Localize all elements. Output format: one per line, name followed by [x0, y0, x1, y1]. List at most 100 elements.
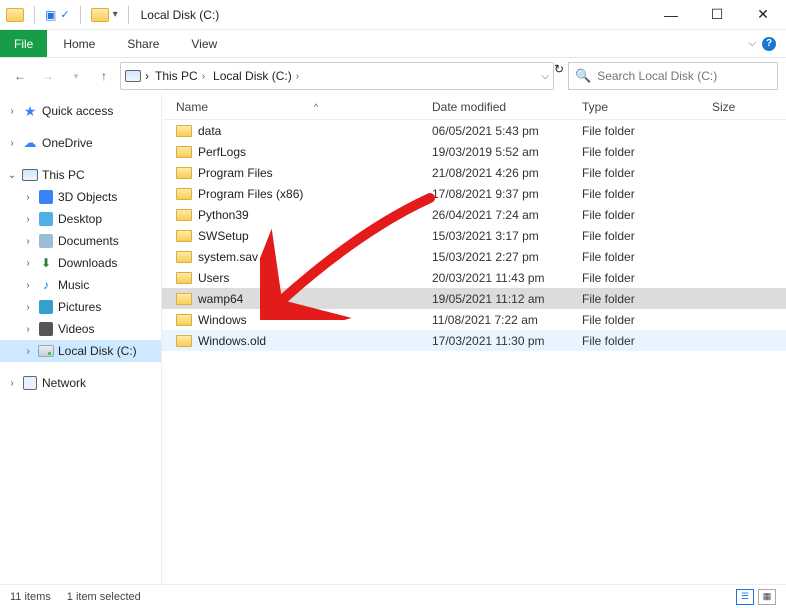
- address-bar[interactable]: › This PC › Local Disk (C:) › ⌵: [120, 62, 554, 90]
- qat-checkmark-icon[interactable]: ✓: [60, 8, 69, 21]
- file-tab[interactable]: File: [0, 30, 47, 57]
- back-button[interactable]: ←: [8, 64, 32, 88]
- file-row[interactable]: Program Files (x86) 17/08/2021 9:37 pmFil…: [162, 183, 786, 204]
- sidebar-quick-access[interactable]: › ★ Quick access: [0, 100, 161, 122]
- chevron-right-icon[interactable]: ›: [22, 324, 34, 335]
- file-row[interactable]: system.sav15/03/2021 2:27 pmFile folder: [162, 246, 786, 267]
- column-header-type[interactable]: Type: [572, 100, 702, 114]
- navigation-pane[interactable]: › ★ Quick access › ☁ OneDrive ⌄ This PC …: [0, 94, 162, 584]
- sidebar-onedrive[interactable]: › ☁ OneDrive: [0, 132, 161, 154]
- file-row[interactable]: Python3926/04/2021 7:24 amFile folder: [162, 204, 786, 225]
- thumbnails-view-button[interactable]: ▦: [758, 589, 776, 605]
- sidebar-pictures[interactable]: › Pictures: [0, 296, 161, 318]
- file-rows[interactable]: data06/05/2021 5:43 pmFile folderPerfLog…: [162, 120, 786, 584]
- qat-dropdown-icon[interactable]: ▾: [113, 9, 118, 20]
- file-date: 19/05/2021 11:12 am: [422, 292, 572, 306]
- objects3d-icon: [39, 190, 53, 204]
- file-name: Program Files (x86): [198, 187, 303, 201]
- chevron-right-icon[interactable]: ›: [202, 71, 205, 82]
- sidebar-desktop[interactable]: › Desktop: [0, 208, 161, 230]
- chevron-right-icon[interactable]: ›: [296, 71, 299, 82]
- file-date: 17/03/2021 11:30 pm: [422, 334, 572, 348]
- file-name: data: [198, 124, 221, 138]
- chevron-right-icon[interactable]: ›: [22, 214, 34, 225]
- breadcrumb-local-disk[interactable]: Local Disk (C:) ›: [211, 69, 301, 83]
- file-row[interactable]: Program Files21/08/2021 4:26 pmFile fold…: [162, 162, 786, 183]
- chevron-right-icon[interactable]: ›: [22, 280, 34, 291]
- status-item-count: 11 items: [10, 591, 51, 603]
- minimize-button[interactable]: —: [648, 0, 694, 30]
- column-label: Name: [176, 100, 208, 114]
- search-box[interactable]: 🔍: [568, 62, 778, 90]
- file-name: Windows: [198, 313, 247, 327]
- chevron-down-icon[interactable]: ⌄: [6, 170, 18, 181]
- column-header-date[interactable]: Date modified: [422, 100, 572, 114]
- sidebar-downloads[interactable]: › ⬇ Downloads: [0, 252, 161, 274]
- pictures-icon: [39, 300, 53, 314]
- status-selection: 1 item selected: [67, 591, 141, 603]
- file-type: File folder: [572, 313, 702, 327]
- file-row[interactable]: Windows11/08/2021 7:22 amFile folder: [162, 309, 786, 330]
- folder-icon: [176, 125, 192, 137]
- forward-button[interactable]: →: [36, 64, 60, 88]
- chevron-right-icon[interactable]: ›: [6, 106, 18, 117]
- sidebar-item-label: Desktop: [58, 212, 102, 226]
- chevron-right-icon[interactable]: ›: [22, 302, 34, 313]
- file-row[interactable]: SWSetup15/03/2021 3:17 pmFile folder: [162, 225, 786, 246]
- details-view-button[interactable]: ☰: [736, 589, 754, 605]
- file-type: File folder: [572, 334, 702, 348]
- maximize-button[interactable]: ☐: [694, 0, 740, 30]
- column-header-size[interactable]: Size: [702, 100, 786, 114]
- view-tab[interactable]: View: [175, 30, 233, 57]
- file-date: 21/08/2021 4:26 pm: [422, 166, 572, 180]
- chevron-right-icon[interactable]: ›: [22, 236, 34, 247]
- file-name: Windows.old: [198, 334, 266, 348]
- qat-properties-icon[interactable]: ▣: [45, 8, 56, 22]
- sidebar-item-label: Quick access: [42, 104, 113, 118]
- sidebar-local-disk[interactable]: › Local Disk (C:): [0, 340, 161, 362]
- sidebar-item-label: 3D Objects: [58, 190, 117, 204]
- address-dropdown-icon[interactable]: ⌵: [541, 71, 549, 82]
- search-input[interactable]: [597, 69, 771, 83]
- chevron-right-icon[interactable]: ›: [22, 346, 34, 357]
- help-icon[interactable]: ?: [762, 37, 776, 51]
- sidebar-item-label: OneDrive: [42, 136, 93, 150]
- chevron-right-icon[interactable]: ›: [6, 378, 18, 389]
- sidebar-documents[interactable]: › Documents: [0, 230, 161, 252]
- up-button[interactable]: ↑: [92, 64, 116, 88]
- cloud-icon: ☁: [22, 136, 38, 150]
- file-row[interactable]: Users20/03/2021 11:43 pmFile folder: [162, 267, 786, 288]
- file-row[interactable]: PerfLogs19/03/2019 5:52 amFile folder: [162, 141, 786, 162]
- qat-open-folder-icon[interactable]: [91, 8, 109, 22]
- sidebar-this-pc[interactable]: ⌄ This PC: [0, 164, 161, 186]
- sidebar-item-label: Downloads: [58, 256, 117, 270]
- file-row[interactable]: wamp6419/05/2021 11:12 amFile folder: [162, 288, 786, 309]
- column-header-name[interactable]: Name ^: [162, 100, 422, 114]
- sidebar-item-label: Pictures: [58, 300, 101, 314]
- breadcrumb-this-pc[interactable]: This PC ›: [153, 69, 207, 83]
- sidebar-music[interactable]: › ♪ Music: [0, 274, 161, 296]
- chevron-right-icon[interactable]: ›: [22, 192, 34, 203]
- app-folder-icon: [6, 8, 24, 22]
- chevron-right-icon[interactable]: ›: [145, 69, 149, 83]
- file-row[interactable]: data06/05/2021 5:43 pmFile folder: [162, 120, 786, 141]
- chevron-right-icon[interactable]: ›: [6, 138, 18, 149]
- file-type: File folder: [572, 187, 702, 201]
- recent-dropdown[interactable]: ▾: [64, 64, 88, 88]
- share-tab[interactable]: Share: [111, 30, 175, 57]
- file-type: File folder: [572, 250, 702, 264]
- close-button[interactable]: ✕: [740, 0, 786, 30]
- music-icon: ♪: [38, 278, 54, 292]
- sidebar-network[interactable]: › Network: [0, 372, 161, 394]
- file-row[interactable]: Windows.old 17/03/2021 11:30 pmFile folde…: [162, 330, 786, 351]
- sidebar-3d-objects[interactable]: › 3D Objects: [0, 186, 161, 208]
- sidebar-videos[interactable]: › Videos: [0, 318, 161, 340]
- window-title: Local Disk (C:): [141, 8, 220, 22]
- file-name: SWSetup: [198, 229, 249, 243]
- home-tab[interactable]: Home: [47, 30, 111, 57]
- file-date: 17/08/2021 9:37 pm: [422, 187, 572, 201]
- refresh-button[interactable]: ↻: [554, 62, 564, 90]
- ribbon-expand-icon[interactable]: ⌵: [748, 38, 756, 49]
- chevron-right-icon[interactable]: ›: [22, 258, 34, 269]
- search-icon: 🔍: [575, 68, 591, 84]
